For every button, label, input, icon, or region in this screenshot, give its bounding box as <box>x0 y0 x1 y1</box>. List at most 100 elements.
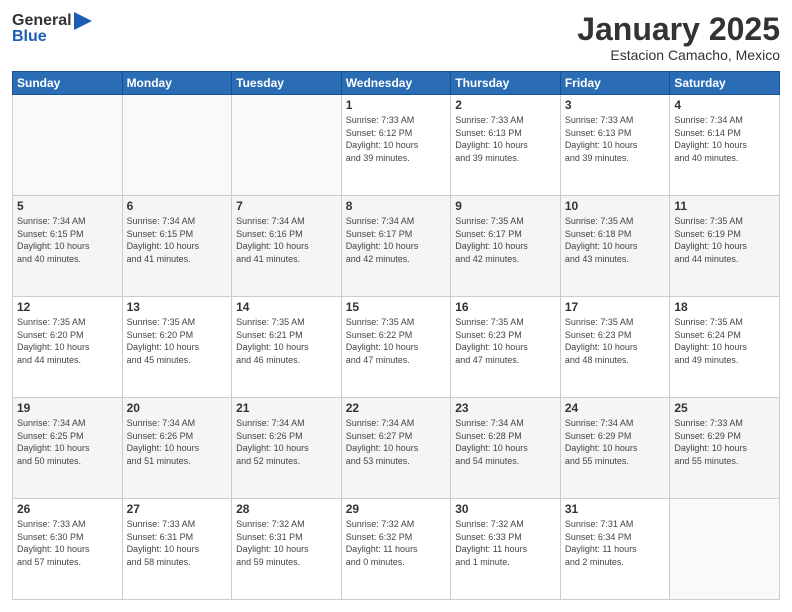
table-row: 26 Sunrise: 7:33 AM Sunset: 6:30 PM Dayli… <box>13 499 123 600</box>
calendar-week-row: 26 Sunrise: 7:33 AM Sunset: 6:30 PM Dayli… <box>13 499 780 600</box>
table-row <box>232 95 342 196</box>
day-info: Sunrise: 7:35 AM Sunset: 6:18 PM Dayligh… <box>565 215 666 265</box>
table-row: 15 Sunrise: 7:35 AM Sunset: 6:22 PM Dayli… <box>341 297 451 398</box>
table-row: 25Sunrise: 7:33 AM Sunset: 6:29 PM Dayli… <box>670 398 780 499</box>
day-info: Sunrise: 7:35 AM Sunset: 6:24 PM Dayligh… <box>674 316 775 366</box>
day-number: 10 <box>565 199 666 213</box>
table-row: 4 Sunrise: 7:34 AM Sunset: 6:14 PM Daylig… <box>670 95 780 196</box>
table-row: 21 Sunrise: 7:34 AM Sunset: 6:26 PM Dayli… <box>232 398 342 499</box>
table-row: 28 Sunrise: 7:32 AM Sunset: 6:31 PM Dayli… <box>232 499 342 600</box>
calendar-week-row: 1Sunrise: 7:33 AM Sunset: 6:12 PM Daylig… <box>13 95 780 196</box>
table-row: 13 Sunrise: 7:35 AM Sunset: 6:20 PM Dayli… <box>122 297 232 398</box>
location-subtitle: Estacion Camacho, Mexico <box>577 47 780 63</box>
table-row: 7 Sunrise: 7:34 AM Sunset: 6:16 PM Daylig… <box>232 196 342 297</box>
calendar-header-row: Sunday Monday Tuesday Wednesday Thursday… <box>13 72 780 95</box>
day-number: 13 <box>127 300 228 314</box>
table-row: 12Sunrise: 7:35 AM Sunset: 6:20 PM Dayli… <box>13 297 123 398</box>
table-row: 23 Sunrise: 7:34 AM Sunset: 6:28 PM Dayli… <box>451 398 561 499</box>
day-number: 26 <box>17 502 118 516</box>
day-info: Sunrise: 7:34 AM Sunset: 6:17 PM Dayligh… <box>346 215 447 265</box>
day-number: 23 <box>455 401 556 415</box>
day-info: Sunrise: 7:34 AM Sunset: 6:29 PM Dayligh… <box>565 417 666 467</box>
day-info: Sunrise: 7:34 AM Sunset: 6:15 PM Dayligh… <box>127 215 228 265</box>
calendar-week-row: 12 Sunrise: 7:35 AM Sunset: 6:20 PM Dayli… <box>13 297 780 398</box>
table-row <box>670 499 780 600</box>
table-row: 5 Sunrise: 7:34 AM Sunset: 6:15 PM Daylig… <box>13 196 123 297</box>
calendar-table: Sunday Monday Tuesday Wednesday Thursday… <box>12 71 780 600</box>
day-info: Sunrise: 7:35 AM Sunset: 6:20 PM Dayligh… <box>127 316 228 366</box>
day-number: 4 <box>674 98 775 112</box>
header-wednesday: Wednesday <box>341 72 451 95</box>
day-info: Sunrise: 7:34 AM Sunset: 6:27 PM Dayligh… <box>346 417 447 467</box>
day-info: Sunrise: 7:34 AM Sunset: 6:15 PM Dayligh… <box>17 215 118 265</box>
table-row: 14Sunrise: 7:35 AM Sunset: 6:21 PM Dayli… <box>232 297 342 398</box>
day-number: 7 <box>236 199 337 213</box>
table-row: 30 Sunrise: 7:32 AM Sunset: 6:33 PM Dayli… <box>451 499 561 600</box>
logo-blue-text: Blue <box>12 28 92 46</box>
calendar-page: General Blue January 2025 Estacion Camac… <box>0 0 792 612</box>
day-info: Sunrise: 7:35 AM Sunset: 6:23 PM Dayligh… <box>565 316 666 366</box>
day-info: Sunrise: 7:34 AM Sunset: 6:14 PM Dayligh… <box>674 114 775 164</box>
day-number: 24 <box>565 401 666 415</box>
header-saturday: Saturday <box>670 72 780 95</box>
header-thursday: Thursday <box>451 72 561 95</box>
table-row <box>122 95 232 196</box>
day-info: Sunrise: 7:35 AM Sunset: 6:19 PM Dayligh… <box>674 215 775 265</box>
table-row: 11 Sunrise: 7:35 AM Sunset: 6:19 PM Dayli… <box>670 196 780 297</box>
day-number: 15 <box>346 300 447 314</box>
day-info: Sunrise: 7:34 AM Sunset: 6:28 PM Dayligh… <box>455 417 556 467</box>
table-row: 22 Sunrise: 7:34 AM Sunset: 6:27 PM Dayli… <box>341 398 451 499</box>
table-row: 1Sunrise: 7:33 AM Sunset: 6:12 PM Daylig… <box>341 95 451 196</box>
calendar-week-row: 5 Sunrise: 7:34 AM Sunset: 6:15 PM Daylig… <box>13 196 780 297</box>
title-block: January 2025 Estacion Camacho, Mexico <box>577 12 780 63</box>
day-info: Sunrise: 7:35 AM Sunset: 6:21 PM Dayligh… <box>236 316 337 366</box>
day-number: 19 <box>17 401 118 415</box>
table-row: 18 Sunrise: 7:35 AM Sunset: 6:24 PM Dayli… <box>670 297 780 398</box>
header-tuesday: Tuesday <box>232 72 342 95</box>
table-row: 6 Sunrise: 7:34 AM Sunset: 6:15 PM Daylig… <box>122 196 232 297</box>
table-row: 16 Sunrise: 7:35 AM Sunset: 6:23 PM Dayli… <box>451 297 561 398</box>
month-title: January 2025 <box>577 12 780 47</box>
day-info: Sunrise: 7:35 AM Sunset: 6:22 PM Dayligh… <box>346 316 447 366</box>
day-number: 11 <box>674 199 775 213</box>
table-row: 3Sunrise: 7:33 AM Sunset: 6:13 PM Daylig… <box>560 95 670 196</box>
day-number: 22 <box>346 401 447 415</box>
table-row: 29Sunrise: 7:32 AM Sunset: 6:32 PM Dayli… <box>341 499 451 600</box>
day-number: 17 <box>565 300 666 314</box>
day-number: 5 <box>17 199 118 213</box>
day-info: Sunrise: 7:33 AM Sunset: 6:13 PM Dayligh… <box>455 114 556 164</box>
day-number: 27 <box>127 502 228 516</box>
day-number: 30 <box>455 502 556 516</box>
day-info: Sunrise: 7:35 AM Sunset: 6:17 PM Dayligh… <box>455 215 556 265</box>
day-info: Sunrise: 7:34 AM Sunset: 6:26 PM Dayligh… <box>236 417 337 467</box>
table-row: 17 Sunrise: 7:35 AM Sunset: 6:23 PM Dayli… <box>560 297 670 398</box>
table-row <box>13 95 123 196</box>
day-number: 16 <box>455 300 556 314</box>
day-info: Sunrise: 7:34 AM Sunset: 6:25 PM Dayligh… <box>17 417 118 467</box>
day-number: 9 <box>455 199 556 213</box>
table-row: 20Sunrise: 7:34 AM Sunset: 6:26 PM Dayli… <box>122 398 232 499</box>
table-row: 10 Sunrise: 7:35 AM Sunset: 6:18 PM Dayli… <box>560 196 670 297</box>
day-number: 28 <box>236 502 337 516</box>
table-row: 9 Sunrise: 7:35 AM Sunset: 6:17 PM Daylig… <box>451 196 561 297</box>
day-number: 31 <box>565 502 666 516</box>
day-number: 2 <box>455 98 556 112</box>
day-info: Sunrise: 7:32 AM Sunset: 6:33 PM Dayligh… <box>455 518 556 568</box>
header: General Blue January 2025 Estacion Camac… <box>12 12 780 63</box>
day-number: 12 <box>17 300 118 314</box>
table-row: 2 Sunrise: 7:33 AM Sunset: 6:13 PM Daylig… <box>451 95 561 196</box>
day-number: 21 <box>236 401 337 415</box>
day-number: 6 <box>127 199 228 213</box>
day-number: 8 <box>346 199 447 213</box>
day-info: Sunrise: 7:33 AM Sunset: 6:30 PM Dayligh… <box>17 518 118 568</box>
day-number: 3 <box>565 98 666 112</box>
day-number: 20 <box>127 401 228 415</box>
table-row: 8 Sunrise: 7:34 AM Sunset: 6:17 PM Daylig… <box>341 196 451 297</box>
day-info: Sunrise: 7:32 AM Sunset: 6:31 PM Dayligh… <box>236 518 337 568</box>
day-info: Sunrise: 7:33 AM Sunset: 6:29 PM Dayligh… <box>674 417 775 467</box>
logo: General Blue <box>12 12 92 46</box>
header-friday: Friday <box>560 72 670 95</box>
day-info: Sunrise: 7:34 AM Sunset: 6:16 PM Dayligh… <box>236 215 337 265</box>
day-info: Sunrise: 7:35 AM Sunset: 6:23 PM Dayligh… <box>455 316 556 366</box>
day-number: 18 <box>674 300 775 314</box>
